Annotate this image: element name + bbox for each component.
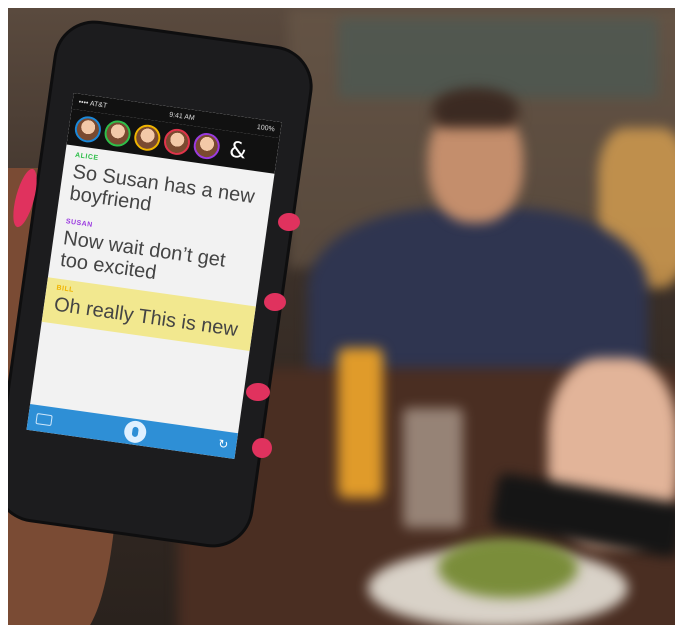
avatar-4[interactable] [162,127,192,157]
refresh-icon[interactable]: ↻ [217,437,229,452]
avatar-3[interactable] [132,123,162,153]
salad [438,538,578,598]
time-label: 9:41 AM [168,111,196,122]
frame: •••• AT&T 9:41 AM 100% & ALICE So Susan … [0,0,683,633]
bottom-toolbar: ↻ [26,403,239,459]
fingernail [246,383,270,401]
carrier-label: •••• AT&T [78,98,108,110]
phone-screen: •••• AT&T 9:41 AM 100% & ALICE So Susan … [26,93,282,459]
avatar-5[interactable] [192,131,222,161]
man-hair [433,88,518,128]
keyboard-icon[interactable] [35,412,53,426]
microphone-button[interactable] [122,419,148,445]
bottle [338,348,383,498]
background-shelf [338,18,658,98]
fingernail [264,293,286,311]
photo-scene: •••• AT&T 9:41 AM 100% & ALICE So Susan … [8,8,675,625]
fingernail [278,213,300,231]
fingernail [252,438,272,458]
microphone-icon [131,426,139,438]
battery-label: 100% [256,123,276,133]
avatar-1[interactable] [73,114,103,145]
glass [403,408,463,528]
add-participant-ampersand[interactable]: & [228,137,248,164]
avatar-2[interactable] [102,118,133,149]
